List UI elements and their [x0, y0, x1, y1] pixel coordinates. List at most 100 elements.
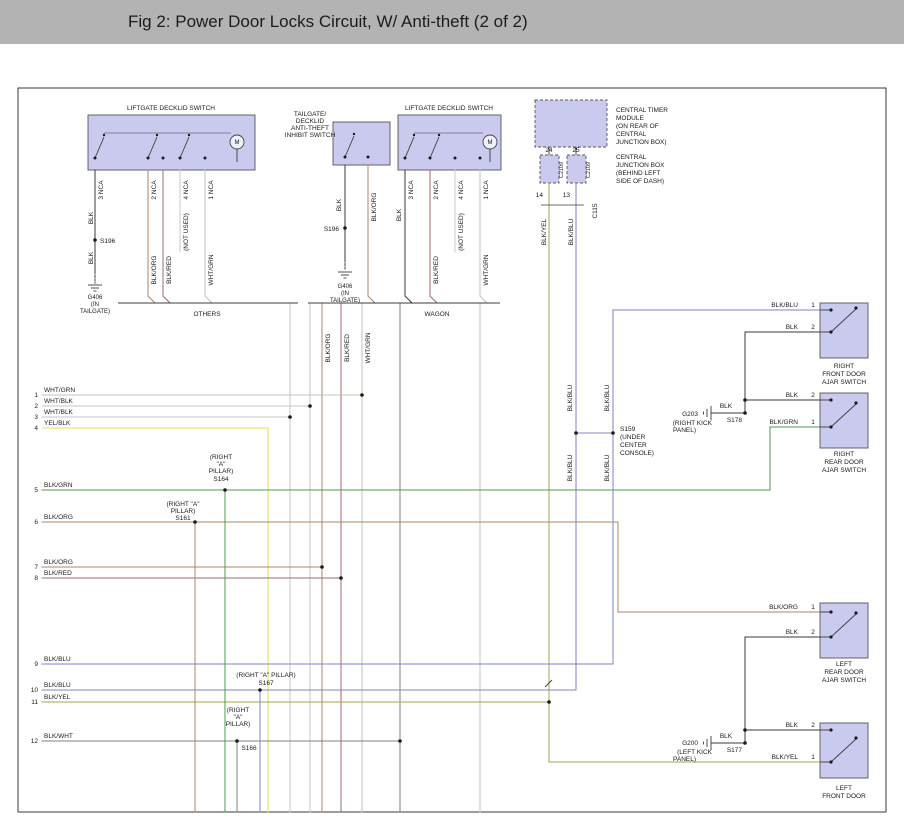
lf-door-pin2-wire-label: BLK	[786, 722, 799, 729]
lr-door-pin1-wire-label: BLK/ORG	[769, 604, 798, 611]
ground-g406-inhibit-label: G406	[338, 284, 353, 290]
wire-blk-label-upper: BLK	[88, 211, 95, 224]
central-timer-module-label-1: CENTRAL TIMER	[616, 107, 668, 114]
central-junction-box-label-4: SIDE OF DASH)	[616, 178, 664, 185]
structural-lines	[88, 133, 856, 762]
wire-blk-red-left-label: BLK/RED	[166, 256, 173, 284]
wire-blk-blu-vert-label-1: BLK/BLU	[567, 384, 574, 411]
inhibit-switch-title-line3: ANTI-THEFT	[291, 125, 329, 132]
wire-blk-g200-label: BLK	[720, 733, 733, 740]
ground-g406-inhibit-label-3: TAILGATE)	[330, 298, 360, 304]
wire-blk-blu-vert-label-3: BLK/BLU	[567, 454, 574, 481]
rr-door-pin1-number: 1	[811, 419, 815, 426]
motor-right-label: M	[488, 140, 493, 146]
splice-s164-location-1: (RIGHT	[210, 454, 232, 461]
rr-door-pin1-wire-label: BLK/GRN	[769, 419, 798, 426]
ground-g203-location-2: PANEL)	[673, 427, 696, 434]
lr-door-caption-2: REAR DOOR	[824, 669, 864, 676]
wagon-label: WAGON	[424, 311, 449, 318]
connector-24-label: 24	[545, 147, 553, 154]
connector-c2109-label-2: C2109	[586, 162, 592, 178]
lr-door-switch-box	[820, 603, 868, 658]
lr-door-pin2-number: 2	[811, 629, 815, 636]
pin-1-nca-right-label: 1 NCA	[483, 180, 490, 200]
row-12-number: 12	[31, 738, 39, 745]
central-timer-module-label-4: CENTRAL	[616, 131, 647, 138]
rf-door-pin2-wire-label: BLK	[786, 324, 799, 331]
ground-g200-location-1: (LEFT KICK	[677, 749, 713, 756]
row-6-wire-label: BLK/ORG	[44, 514, 73, 521]
wire-blk-yel-cjb-label: BLK/YEL	[541, 218, 548, 245]
wire-blk-inhibit-label: BLK	[336, 198, 343, 211]
ground-g203-icon	[704, 406, 712, 420]
rr-door-caption-3: AJAR SWITCH	[822, 467, 866, 474]
splice-s196-inhibit-label: S196	[324, 226, 340, 233]
liftgate-right-switch-title: LIFTGATE DECKLID SWITCH	[405, 105, 493, 112]
motor-left-label: M	[235, 140, 240, 146]
row-8-wire-label: BLK/RED	[44, 570, 72, 577]
rr-door-caption-2: REAR DOOR	[824, 459, 864, 466]
connector-25-box	[567, 155, 586, 183]
row-8-number: 8	[34, 575, 38, 582]
row-6-number: 6	[34, 519, 38, 526]
row-4-wire-label: YEL/BLK	[44, 420, 71, 427]
splice-s166-location-3: PILLAR)	[226, 721, 251, 728]
rr-door-caption-1: RIGHT	[834, 451, 854, 458]
splice-s164-location-3: PILLAR)	[209, 468, 234, 475]
ground-g203-location-1: (RIGHT KICK	[673, 420, 713, 427]
pin-3-nca-label: 3 NCA	[98, 180, 105, 200]
splice-s159-location-1: (UNDER	[620, 434, 646, 441]
pin-2-nca-label: 2 NCA	[151, 180, 158, 200]
row-9-number: 9	[34, 661, 38, 668]
rf-door-caption-1: RIGHT	[834, 363, 854, 370]
row-1-wire-label: WHT/GRN	[44, 387, 75, 394]
splice-s178-label: S178	[727, 417, 743, 424]
wiring-diagram-page: { "header": { "title": "Fig 2: Power Doo…	[0, 0, 904, 816]
wire-blk-blu-vert-label-4: BLK/BLU	[604, 454, 611, 481]
wiring-diagram: LIFTGATE DECKLID SWITCHTAILGATE/DECKLIDA…	[0, 0, 904, 816]
central-junction-box-label-2: JUNCTION BOX	[616, 162, 665, 169]
rf-door-caption-3: AJAR SWITCH	[822, 379, 866, 386]
splice-s166-location-1: (RIGHT	[227, 707, 249, 714]
pin-4-nca-label: 4 NCA	[183, 180, 190, 200]
row-12-wire-label: BLK/WHT	[44, 733, 73, 740]
wire-wht-grn-right-label: WHT/GRN	[483, 254, 490, 285]
inhibit-switch-title-line2: DECKLID	[296, 118, 324, 125]
ground-g406-left-icon	[88, 285, 102, 291]
connector-c115-label: C115	[592, 203, 599, 218]
bus-wht-grn-label: WHT/GRN	[365, 332, 372, 363]
rf-door-pin1-number: 1	[811, 302, 815, 309]
row-7-wire-label: BLK/ORG	[44, 559, 73, 566]
splice-s161-location-2: PILLAR)	[171, 508, 196, 515]
row-10-wire-label: BLK/BLU	[44, 682, 71, 689]
splice-s161-location-1: (RIGHT "A"	[166, 501, 200, 508]
wire-blk-label-lower: BLK	[88, 251, 95, 264]
wire-blk-g203-label: BLK	[720, 403, 733, 410]
wire-not-used-right-label: (NOT USED)	[458, 213, 465, 251]
wire-lines	[42, 165, 820, 812]
wire-blk-blu-cjb-label: BLK/BLU	[568, 218, 575, 245]
connector-c2109-label-1: C2109	[559, 162, 565, 178]
bus-blk-org-label: BLK/ORG	[325, 334, 332, 363]
ground-g406-inhibit-icon	[338, 272, 352, 278]
lf-door-pin2-number: 2	[811, 722, 815, 729]
pin-4-nca-right-label: 4 NCA	[458, 180, 465, 200]
rr-door-switch-box	[820, 393, 868, 448]
row-2-wire-label: WHT/BLK	[44, 398, 74, 405]
wire-blk-red-right-label: BLK/RED	[433, 256, 440, 284]
splice-s196-left-label: S196	[100, 238, 116, 245]
lf-door-caption-1: LEFT	[836, 785, 852, 792]
row-5-number: 5	[34, 487, 38, 494]
lr-door-pin1-number: 1	[811, 604, 815, 611]
rf-door-caption-2: FRONT DOOR	[822, 371, 866, 378]
rf-door-pin1-wire-label: BLK/BLU	[771, 302, 798, 309]
ground-g406-left-label-2: (IN	[91, 302, 99, 308]
row-5-wire-label: BLK/GRN	[44, 482, 73, 489]
ground-g200-icon	[704, 736, 712, 750]
rf-door-pin2-number: 2	[811, 324, 815, 331]
ground-g406-left-label-3: TAILGATE)	[80, 309, 110, 315]
bus-blk-red-label: BLK/RED	[344, 334, 351, 362]
splice-s161-label: S161	[175, 515, 191, 522]
row-3-number: 3	[34, 414, 38, 421]
lr-door-caption-1: LEFT	[836, 661, 852, 668]
